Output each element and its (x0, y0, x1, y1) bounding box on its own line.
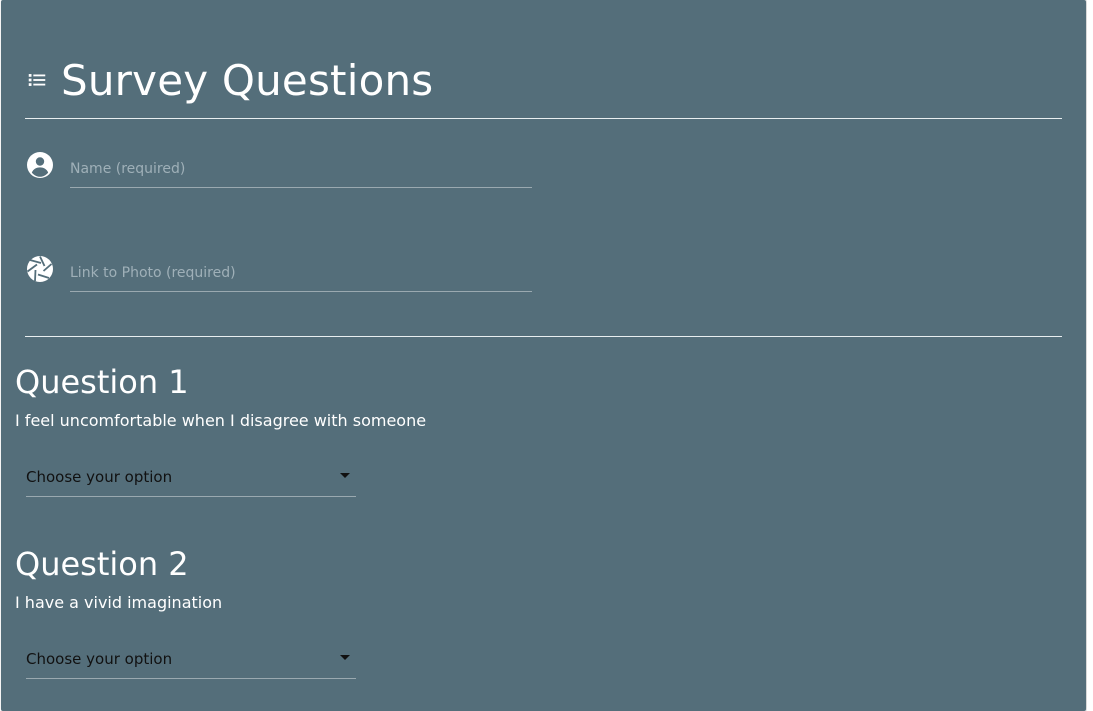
name-input[interactable] (70, 151, 532, 188)
camera-shutter-icon (25, 255, 55, 285)
select-value: Choose your option (26, 650, 173, 668)
title-divider (25, 118, 1062, 119)
question-1: Question 1 I feel uncomfortable when I d… (15, 362, 427, 497)
survey-card: Survey Questions Name (required) Link to… (1, 0, 1086, 711)
caret-down-icon (340, 655, 350, 660)
scrollbar[interactable] (1087, 0, 1093, 711)
section-divider (25, 336, 1062, 337)
select-value: Choose your option (26, 468, 173, 486)
question-heading: Question 2 (15, 545, 189, 583)
question-2-select[interactable]: Choose your option (26, 638, 356, 679)
list-icon (25, 68, 49, 92)
account-circle-icon (25, 151, 55, 181)
caret-down-icon (340, 473, 350, 478)
question-1-select[interactable]: Choose your option (26, 456, 356, 497)
title-row: Survey Questions (25, 52, 433, 108)
question-text: I have a vivid imagination (15, 593, 223, 612)
page-title: Survey Questions (61, 55, 434, 105)
question-text: I feel uncomfortable when I disagree wit… (15, 411, 427, 430)
question-2: Question 2 I have a vivid imagination Ch… (15, 544, 356, 679)
question-heading: Question 1 (15, 363, 189, 401)
photo-link-input[interactable] (70, 255, 532, 292)
